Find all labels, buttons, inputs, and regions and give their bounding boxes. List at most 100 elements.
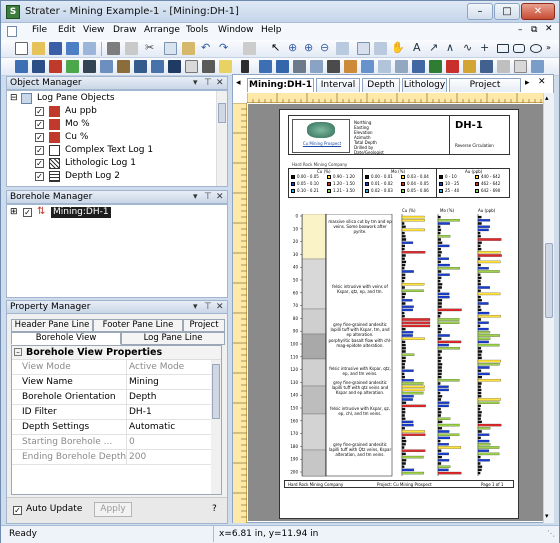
tab-depth[interactable]: Depth — [362, 78, 400, 92]
new-icon[interactable] — [15, 42, 28, 55]
visibility-checkbox[interactable]: ✓ — [35, 107, 44, 116]
bar-log-icon[interactable] — [49, 60, 62, 73]
refresh-icon[interactable] — [531, 60, 544, 73]
panel-pin-icon[interactable]: ⊤ — [204, 77, 212, 89]
tab-close-icon[interactable]: ✕ — [538, 77, 546, 87]
tab-project[interactable]: Project — [183, 319, 225, 332]
fence-icon[interactable] — [463, 60, 476, 73]
document-vertical-scrollbar[interactable]: ▴ ▾ — [543, 93, 554, 523]
scroll-thumb[interactable] — [212, 364, 220, 419]
visibility-checkbox[interactable]: ✓ — [35, 133, 44, 142]
zone-log-icon[interactable] — [151, 60, 164, 73]
symbol-icon[interactable]: + — [480, 42, 493, 55]
borehole-manager-header[interactable]: Borehole Manager ▾ ⊤ ✕ — [6, 190, 228, 204]
expand-icon[interactable]: ⊞ — [10, 206, 18, 219]
log-page[interactable]: Cu Mining Prospect Northing Easting Elevat… — [279, 109, 519, 519]
cut-icon[interactable]: ✂ — [145, 42, 158, 55]
post-log-icon[interactable] — [310, 60, 323, 73]
new-log-icon[interactable] — [15, 60, 28, 73]
undo-list-icon[interactable] — [107, 42, 120, 55]
print-icon[interactable] — [66, 42, 79, 55]
property-value[interactable]: Active Mode — [126, 360, 216, 375]
object-tree-scrollbar[interactable] — [216, 91, 227, 186]
redo-icon[interactable]: ↷ — [219, 42, 232, 55]
property-row[interactable]: Starting Borehole ... 0 — [12, 435, 211, 450]
base-map-icon[interactable] — [446, 60, 459, 73]
zoom-actual-icon[interactable] — [374, 42, 387, 55]
panel-dropdown-icon[interactable]: ▾ — [193, 191, 198, 203]
property-row[interactable]: View Name Mining — [12, 375, 211, 390]
visibility-checkbox[interactable]: ✓ — [35, 159, 44, 168]
close-button[interactable]: ✕ — [521, 3, 555, 20]
scroll-down-icon[interactable]: ▾ — [545, 512, 549, 520]
open-icon[interactable] — [32, 42, 45, 55]
borehole-item[interactable]: ⊞ ✓ ⇅ Mining:DH-1 — [7, 206, 217, 219]
select-arrow-icon[interactable]: ↖ — [271, 42, 284, 55]
maximize-button[interactable]: □ — [494, 3, 520, 20]
property-section-header[interactable]: – Borehole View Properties — [12, 346, 221, 360]
legend-icon[interactable] — [378, 60, 391, 73]
property-value[interactable]: 0 — [126, 435, 216, 450]
property-row[interactable]: View Mode Active Mode — [12, 360, 211, 375]
line-log-icon[interactable] — [66, 60, 79, 73]
visibility-checkbox[interactable]: ✓ — [35, 146, 44, 155]
pan-hand-icon[interactable]: ✋ — [391, 42, 405, 55]
property-value[interactable]: Depth — [126, 390, 216, 405]
doc-restore-icon[interactable]: ⧉ — [531, 25, 537, 35]
rectangle-icon[interactable] — [497, 44, 509, 53]
apply-button[interactable]: Apply — [94, 502, 132, 517]
log-plot[interactable]: 0 10 20 30 40 50 60 70 80 90 100 110 120 130 140 150 160… — [288, 214, 514, 479]
well-construction-icon[interactable] — [117, 60, 130, 73]
schematic-log-icon[interactable] — [185, 60, 198, 73]
property-value[interactable]: Mining — [126, 375, 216, 390]
panel-close-icon[interactable]: ✕ — [216, 77, 224, 89]
zoom-out-icon[interactable]: ⊖ — [320, 42, 333, 55]
collapse-icon[interactable]: ⊟ — [10, 92, 18, 105]
menu-draw[interactable]: Draw — [113, 25, 137, 35]
panel-dropdown-icon[interactable]: ▾ — [193, 301, 198, 313]
hole-icon[interactable] — [241, 60, 249, 73]
object-manager-header[interactable]: Object Manager ▾ ⊤ ✕ — [6, 76, 228, 90]
tree-item[interactable]: ✓ Cu % — [7, 131, 217, 144]
image-log-icon[interactable] — [327, 60, 340, 73]
plot-canvas[interactable]: Cu Mining Prospect Northing Easting Elevat… — [248, 104, 543, 521]
zoom-page-icon[interactable] — [357, 42, 370, 55]
directional-log-icon[interactable] — [202, 60, 215, 73]
tab-footer-pane-line[interactable]: Footer Pane Line — [93, 319, 183, 332]
property-value[interactable]: Automatic — [126, 420, 216, 435]
tree-item[interactable]: ✓ Complex Text Log 1 — [7, 144, 217, 157]
property-row[interactable]: Borehole Orientation Depth — [12, 390, 211, 405]
tab-interval[interactable]: Interval — [316, 78, 360, 92]
edit-icon[interactable] — [125, 42, 138, 55]
text-log-icon[interactable] — [83, 60, 96, 73]
doc-minimize-icon[interactable]: – — [518, 25, 523, 35]
scroll-thumb[interactable] — [218, 103, 226, 123]
tree-item[interactable]: ✓ Lithologic Log 1 — [7, 157, 217, 170]
depth-log-icon[interactable] — [32, 60, 45, 73]
tab-header-pane-line[interactable]: Header Pane Line — [11, 319, 93, 332]
tab-mining-dh-1[interactable]: Mining:DH-1 — [247, 78, 314, 92]
function-log-icon[interactable] — [293, 60, 306, 73]
doc-close-icon[interactable]: ✕ — [545, 24, 553, 34]
spline-icon[interactable]: ∿ — [463, 42, 476, 55]
panel-pin-icon[interactable]: ⊤ — [204, 301, 212, 313]
percentage-log-icon[interactable] — [259, 60, 272, 73]
toolbar-overflow-icon[interactable]: » — [546, 42, 559, 55]
text-tool-icon[interactable]: A — [413, 42, 426, 55]
menu-help[interactable]: Help — [261, 25, 282, 35]
property-value[interactable]: 200 — [126, 450, 216, 465]
crossplot-icon[interactable] — [134, 60, 147, 73]
classed-post-icon[interactable] — [168, 60, 181, 73]
rounded-rectangle-icon[interactable] — [513, 44, 525, 53]
help-button[interactable]: ? — [212, 504, 217, 514]
photo-log-icon[interactable] — [344, 60, 357, 73]
group-icon[interactable] — [497, 60, 510, 73]
save-icon[interactable] — [49, 42, 62, 55]
resize-grip-icon[interactable]: ⋱ — [547, 526, 555, 542]
tree-item[interactable]: ✓ Au ppb — [7, 105, 217, 118]
menu-tools[interactable]: Tools — [186, 25, 208, 35]
pdf-export-icon[interactable] — [514, 60, 527, 73]
zoom-in-icon[interactable]: ⊕ — [304, 42, 317, 55]
polyline-icon[interactable]: ↗ — [429, 42, 442, 55]
panel-pin-icon[interactable]: ⊤ — [204, 191, 212, 203]
